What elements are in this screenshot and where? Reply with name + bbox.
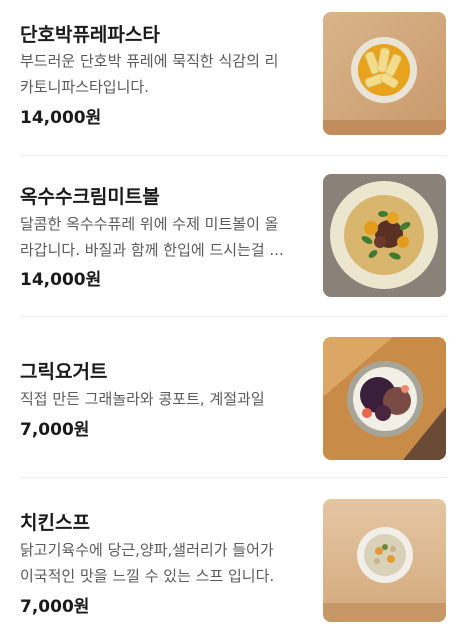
item-price: 7,000원 (20, 597, 90, 617)
menu-item-corn-meatball[interactable]: 옥수수크림미트볼 달콤한 옥수수퓨레 위에 수제 미트볼이 올 라갑니다. 바질… (0, 156, 466, 316)
item-description: 직접 만든 그래놀라와 콩포트, 계절과일 (20, 386, 310, 412)
menu-item-chicken-soup[interactable]: 치킨스프 닭고기육수에 당근,양파,샐러리가 들어가 이국적인 맛을 느낄 수 … (0, 478, 466, 638)
description-line: 라갑니다. 바질과 함께 한입에 드시는걸 ... (20, 241, 284, 259)
item-description: 달콤한 옥수수퓨레 위에 수제 미트볼이 올 라갑니다. 바질과 함께 한입에 … (20, 211, 310, 263)
description-line: 직접 만든 그래놀라와 콩포트, 계절과일 (20, 390, 265, 408)
item-name: 치킨스프 (20, 512, 90, 534)
item-price: 7,000원 (20, 420, 90, 440)
description-line: 달콤한 옥수수퓨레 위에 수제 미트볼이 올 (20, 215, 279, 233)
menu-item-pumpkin-pasta[interactable]: 단호박퓨레파스타 부드러운 단호박 퓨레에 묵직한 식감의 리 카토니파스타입니… (0, 0, 466, 155)
item-description: 부드러운 단호박 퓨레에 묵직한 식감의 리 카토니파스타입니다. (20, 48, 310, 100)
description-line: 닭고기육수에 당근,양파,샐러리가 들어가 (20, 541, 274, 559)
chicken-soup-photo[interactable] (323, 499, 446, 622)
item-description: 닭고기육수에 당근,양파,샐러리가 들어가 이국적인 맛을 느낄 수 있는 스프… (20, 537, 310, 589)
greek-yogurt-photo[interactable] (323, 337, 446, 460)
menu-item-greek-yogurt[interactable]: 그릭요거트 직접 만든 그래놀라와 콩포트, 계절과일 7,000원 (0, 317, 466, 477)
item-name: 단호박퓨레파스타 (20, 24, 160, 46)
item-name: 그릭요거트 (20, 361, 108, 383)
description-line: 이국적인 맛을 느낄 수 있는 스프 입니다. (20, 567, 275, 585)
pumpkin-pasta-photo[interactable] (323, 12, 446, 135)
corn-meatball-photo[interactable] (323, 174, 446, 297)
item-price: 14,000원 (20, 108, 102, 128)
item-name: 옥수수크림미트볼 (20, 186, 160, 208)
item-price: 14,000원 (20, 270, 102, 290)
description-line: 카토니파스타입니다. (20, 78, 149, 96)
description-line: 부드러운 단호박 퓨레에 묵직한 식감의 리 (20, 52, 279, 70)
